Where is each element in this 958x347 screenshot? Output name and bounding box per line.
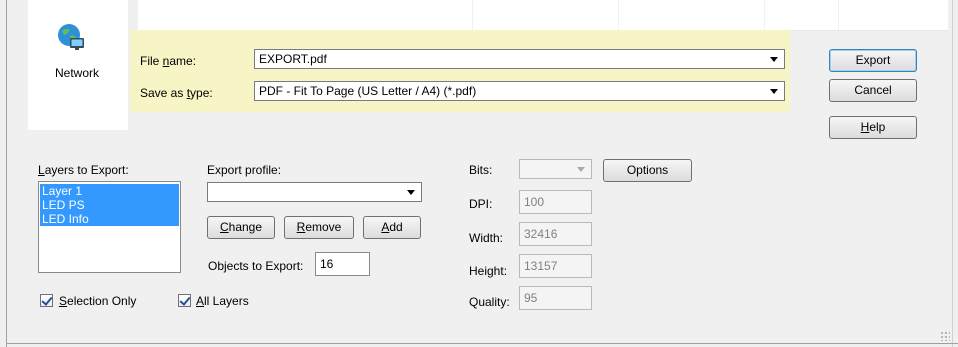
remove-button[interactable]: Remove xyxy=(284,216,354,239)
bits-label: Bits: xyxy=(469,163,493,177)
change-button[interactable]: Change xyxy=(207,216,275,239)
chevron-down-icon[interactable] xyxy=(577,167,585,172)
export-profile-combo[interactable] xyxy=(207,182,422,202)
width-label: Width: xyxy=(469,231,504,245)
places-bar xyxy=(28,0,128,130)
help-button[interactable]: Help xyxy=(829,116,917,139)
export-profile-label: Export profile: xyxy=(207,163,282,177)
options-button[interactable]: Options xyxy=(603,159,692,182)
width-field[interactable]: 32416 xyxy=(519,222,592,246)
export-button[interactable]: Export xyxy=(829,49,917,72)
list-item[interactable]: LED Info xyxy=(40,212,179,226)
selection-only-label[interactable]: Selection Only xyxy=(59,294,136,308)
dpi-field[interactable]: 100 xyxy=(519,190,592,214)
dialog-right-border xyxy=(952,0,953,347)
quality-field[interactable]: 95 xyxy=(519,286,592,310)
column-divider xyxy=(618,0,619,30)
column-divider xyxy=(838,0,839,30)
layers-listbox[interactable]: Layer 1 LED PS LED Info xyxy=(38,181,181,273)
add-button[interactable]: Add xyxy=(363,216,421,239)
resize-grip-icon[interactable] xyxy=(940,331,950,341)
network-label[interactable]: Network xyxy=(32,66,122,80)
selection-only-checkbox[interactable] xyxy=(40,294,53,307)
save-as-type-value: PDF - Fit To Page (US Letter / A4) (*.pd… xyxy=(259,84,477,98)
chevron-down-icon[interactable] xyxy=(770,89,778,94)
chevron-down-icon[interactable] xyxy=(770,57,778,62)
objects-to-export-field[interactable]: 16 xyxy=(315,252,370,276)
checkmark-icon xyxy=(41,294,53,306)
dpi-label: DPI: xyxy=(469,197,493,211)
file-list-area[interactable] xyxy=(138,0,948,31)
all-layers-checkbox[interactable] xyxy=(178,294,191,307)
checkmark-icon xyxy=(179,294,191,306)
network-icon[interactable] xyxy=(56,22,86,52)
save-as-type-combo[interactable]: PDF - Fit To Page (US Letter / A4) (*.pd… xyxy=(254,81,785,101)
all-layers-label[interactable]: All Layers xyxy=(196,294,249,308)
bits-combo[interactable] xyxy=(519,159,592,179)
height-field[interactable]: 13157 xyxy=(519,254,592,278)
file-name-value: EXPORT.pdf xyxy=(259,52,327,66)
file-name-label: File name: xyxy=(140,54,197,68)
objects-to-export-label: Objects to Export: xyxy=(208,259,304,273)
column-divider xyxy=(764,0,765,30)
chevron-down-icon[interactable] xyxy=(407,190,415,195)
height-label: Height: xyxy=(469,264,508,278)
dialog-left-border xyxy=(6,0,7,347)
cancel-button[interactable]: Cancel xyxy=(829,79,917,102)
file-name-combo[interactable]: EXPORT.pdf xyxy=(254,49,785,69)
column-divider xyxy=(472,0,473,30)
save-as-type-label: Save as type: xyxy=(140,86,213,100)
quality-label: Quality: xyxy=(469,295,510,309)
list-item[interactable]: Layer 1 xyxy=(40,184,179,198)
layers-to-export-label: Layers to Export: xyxy=(38,163,129,177)
list-item[interactable]: LED PS xyxy=(40,198,179,212)
dialog-bottom-border xyxy=(6,343,958,344)
